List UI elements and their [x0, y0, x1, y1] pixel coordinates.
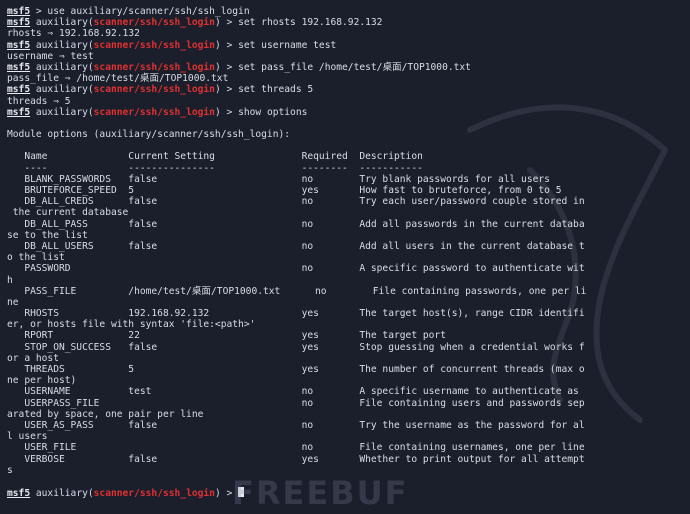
msf-prompt-label: msf5	[7, 106, 31, 118]
prompt-suffix: ) >	[214, 39, 239, 51]
output-line: RPORT 22 yes The target port	[7, 330, 446, 342]
prompt-prefix: auxiliary(	[30, 84, 94, 96]
command-text: show options	[238, 106, 308, 118]
output-line: threads ⇒ 5	[7, 95, 71, 107]
command-line: msf5 auxiliary(scanner/ssh/ssh_login) > …	[7, 62, 690, 73]
prompt-module-name: scanner/ssh/ssh_login	[93, 84, 215, 96]
output-line: USER_FILE no File containing usernames, …	[7, 442, 585, 454]
output-line: STOP_ON_SUCCESS false yes Stop guessing …	[7, 341, 585, 353]
output-line: username ⇒ test	[7, 50, 94, 62]
prompt-prefix: auxiliary(	[30, 106, 94, 118]
output-line: or a host	[7, 352, 59, 364]
output-line: er, or hosts file with syntax 'file:<pat…	[7, 319, 256, 331]
output-line: the current database	[7, 207, 129, 219]
prompt-prefix: auxiliary(	[30, 61, 94, 73]
prompt-module-name: scanner/ssh/ssh_login	[93, 39, 215, 51]
msf-prompt-label: msf5	[7, 61, 31, 73]
output-line: Module options (auxiliary/scanner/ssh/ss…	[7, 129, 291, 141]
output-line: DB_ALL_CREDS false no Try each user/pass…	[7, 196, 585, 208]
command-line: msf5 auxiliary(scanner/ssh/ssh_login) > …	[7, 107, 690, 118]
prompt-suffix: ) >	[214, 61, 239, 73]
output-line: PASSWORD no A specific password to authe…	[7, 263, 585, 275]
output-line: PASS_FILE /home/test/桌面/TOP1000.txt no F…	[7, 285, 587, 297]
output-line: se to the list	[7, 229, 88, 241]
prompt-module-name: scanner/ssh/ssh_login	[93, 488, 215, 500]
output-line: ne	[7, 296, 19, 308]
prompt-prefix: auxiliary(	[30, 488, 94, 500]
output-line: arated by space, one pair per line	[7, 408, 204, 420]
command-line: msf5 auxiliary(scanner/ssh/ssh_login) > …	[7, 84, 690, 95]
output-line: USERPASS_FILE no File containing users a…	[7, 397, 585, 409]
output-line: ---- --------------- -------- ----------…	[7, 162, 423, 174]
msf-prompt-label: msf5	[7, 84, 31, 96]
command-line: msf5 auxiliary(scanner/ssh/ssh_login) > …	[7, 40, 690, 51]
command-text: set rhosts 192.168.92.132	[238, 17, 383, 29]
output-line: pass_file ⇒ /home/test/桌面/TOP1000.txt	[7, 73, 229, 85]
command-line: msf5 auxiliary(scanner/ssh/ssh_login) > …	[7, 17, 690, 28]
output-line: USERNAME test no A specific username to …	[7, 386, 579, 398]
output-line: rhosts ⇒ 192.168.92.132	[7, 28, 140, 40]
prompt-suffix: ) >	[214, 17, 239, 29]
prompt-module-name: scanner/ssh/ssh_login	[93, 106, 215, 118]
output-line: RHOSTS 192.168.92.132 yes The target hos…	[7, 308, 585, 320]
output-line: DB_ALL_PASS false no Add all passwords i…	[7, 218, 585, 230]
prompt-prefix: auxiliary(	[30, 17, 94, 29]
msf-prompt-label: msf5	[7, 488, 31, 500]
command-text: set username test	[238, 39, 337, 51]
output-line: BLANK_PASSWORDS false no Try blank passw…	[7, 173, 550, 185]
prompt-suffix: ) >	[214, 84, 239, 96]
command-text: set pass_file /home/test/桌面/TOP1000.txt	[238, 61, 471, 73]
prompt-suffix: ) >	[214, 106, 239, 118]
output-line: l users	[7, 431, 48, 443]
prompt-module-name: scanner/ssh/ssh_login	[93, 61, 215, 73]
output-line: o the list	[7, 252, 65, 264]
command-text: set threads 5	[238, 84, 314, 96]
output-line: THREADS 5 yes The number of concurrent t…	[7, 364, 585, 375]
output-line: h	[7, 274, 13, 286]
output-line: BRUTEFORCE_SPEED 5 yes How fast to brute…	[7, 185, 562, 196]
command-line: msf5 > use auxiliary/scanner/ssh/ssh_log…	[7, 6, 690, 17]
freebuf-watermark: FREEBUF	[232, 474, 409, 512]
msf-prompt-label: msf5	[7, 6, 31, 17]
terminal-output[interactable]: msf5 > use auxiliary/scanner/ssh/ssh_log…	[7, 6, 690, 500]
output-line: Name Current Setting Required Descriptio…	[7, 151, 423, 163]
output-line: DB_ALL_USERS false no Add all users in t…	[7, 240, 585, 252]
output-line: ne per host)	[7, 375, 77, 387]
msf-prompt-label: msf5	[7, 39, 31, 51]
prompt-module-name: scanner/ssh/ssh_login	[93, 17, 215, 29]
prompt-prefix: auxiliary(	[30, 39, 94, 51]
output-line: USER_AS_PASS false no Try the username a…	[7, 419, 585, 431]
command-text: > use auxiliary/scanner/ssh/ssh_login	[30, 6, 250, 17]
output-line: VERBOSE false yes Whether to print outpu…	[7, 453, 585, 465]
msf-prompt-label: msf5	[7, 17, 31, 29]
